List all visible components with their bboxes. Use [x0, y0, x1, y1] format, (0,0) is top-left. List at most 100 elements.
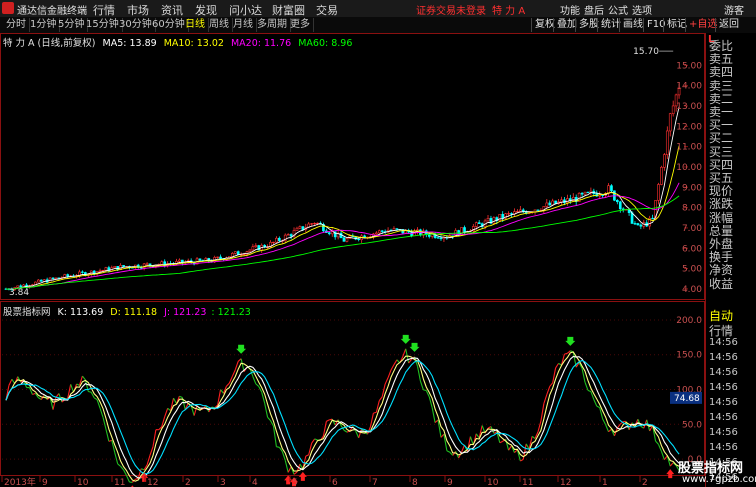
- candle-body: [316, 222, 319, 225]
- menu-after-hours[interactable]: 盘后: [584, 2, 604, 17]
- candle-body: [580, 192, 584, 195]
- candle-body: [101, 269, 105, 272]
- candle-body: [301, 226, 305, 230]
- menu-options[interactable]: 选项: [632, 2, 652, 17]
- candle-body: [66, 274, 70, 277]
- candle-body: [145, 263, 149, 265]
- price-axis-label: 6.00: [682, 244, 702, 254]
- candle-body: [104, 267, 108, 271]
- j-line-segment: [596, 405, 600, 409]
- candle-body: [392, 228, 396, 231]
- candle-body: [516, 211, 519, 213]
- ma60-line: [5, 195, 680, 290]
- menu-ask[interactable]: 问小达: [229, 2, 262, 18]
- j-line-segment: [32, 392, 36, 396]
- candle-body: [377, 230, 381, 234]
- candle-body: [651, 217, 654, 220]
- j-line-segment: [387, 369, 392, 378]
- candle-body: [242, 253, 246, 256]
- time-axis-label: 2: [185, 478, 191, 487]
- candle-body: [566, 198, 569, 204]
- candle-body: [345, 238, 349, 242]
- candle-body: [39, 279, 43, 282]
- j-line-segment: [255, 383, 260, 387]
- j-line-segment: [135, 477, 139, 480]
- period-tab-9[interactable]: 多周期: [254, 18, 291, 32]
- j-line-segment: [475, 433, 480, 439]
- j-line-segment: [276, 446, 280, 448]
- candle-body: [380, 230, 384, 232]
- j-line-segment: [423, 389, 427, 392]
- chart-area[interactable]: 15.0014.0013.0012.0011.0010.009.008.007.…: [0, 33, 705, 487]
- menu-wealth[interactable]: 财富圈: [272, 2, 305, 18]
- time-axis-label: 5: [292, 478, 298, 487]
- period-tab-8[interactable]: 月线: [230, 18, 257, 32]
- tick-time-3: 14:56: [709, 382, 738, 393]
- candle-body: [427, 234, 431, 237]
- j-line-segment: [608, 428, 612, 433]
- candle-body: [510, 213, 513, 215]
- time-axis-label: 12: [560, 478, 571, 487]
- candle-body: [610, 185, 613, 192]
- j-line-segment: [549, 382, 554, 387]
- menu-formula[interactable]: 公式: [608, 2, 628, 17]
- j-line-segment: [264, 403, 269, 418]
- time-axis-label: 9: [42, 478, 48, 487]
- j-line-segment: [655, 440, 659, 445]
- j-line-segment: [17, 376, 22, 383]
- menu-trade[interactable]: 交易: [316, 2, 338, 18]
- candle-body: [501, 214, 505, 219]
- menu-news[interactable]: 资讯: [161, 2, 183, 18]
- indicator-panel-frame: [0, 301, 705, 476]
- j-line-segment: [564, 352, 568, 355]
- j-line-segment: [81, 375, 86, 381]
- tick-time-2: 14:56: [709, 367, 738, 378]
- menu-market[interactable]: 市场: [127, 2, 149, 18]
- period-tab-0[interactable]: 分时: [3, 18, 30, 32]
- j-line-segment: [220, 389, 224, 394]
- candle-body: [436, 237, 440, 239]
- j-line-segment: [326, 419, 330, 422]
- menu-functions[interactable]: 功能: [560, 2, 580, 17]
- candlesticks: [4, 83, 681, 292]
- candle-body: [660, 166, 663, 185]
- candle-body: [286, 234, 290, 236]
- menu-discover[interactable]: 发现: [195, 2, 217, 18]
- candle-body: [536, 209, 540, 211]
- period-tab-7[interactable]: 周线: [206, 18, 233, 32]
- j-line-segment: [605, 424, 610, 432]
- menu-guest[interactable]: 游客: [724, 2, 744, 17]
- tool-button-4[interactable]: 画线: [619, 18, 646, 32]
- j-line-segment: [587, 389, 592, 393]
- candle-body: [519, 209, 522, 212]
- j-line-segment: [378, 396, 383, 402]
- buy-arrow-icon: [666, 469, 675, 479]
- j-line-segment: [314, 438, 318, 441]
- candle-body: [665, 130, 669, 155]
- time-axis-label: 7: [372, 478, 378, 487]
- menu-quotes[interactable]: 行情: [93, 2, 115, 18]
- time-axis-label: 2013年: [4, 476, 36, 487]
- j-line-segment: [446, 450, 451, 453]
- j-line-segment: [149, 446, 154, 456]
- indicator-axis-label: 200.0: [676, 316, 702, 326]
- tool-button-8[interactable]: 返回: [715, 18, 742, 32]
- j-line-segment: [284, 460, 289, 473]
- app-logo-icon: [2, 2, 14, 14]
- tick-time-1: 14:56: [709, 352, 738, 363]
- j-line-segment: [267, 416, 271, 421]
- high-label: 15.70: [633, 47, 659, 57]
- j-line-segment: [141, 468, 145, 471]
- candle-body: [298, 226, 302, 229]
- period-tab-10[interactable]: 更多: [287, 18, 314, 32]
- j-line-segment: [231, 369, 236, 377]
- period-tab-6[interactable]: 日线: [182, 18, 209, 32]
- j-line-segment: [402, 348, 407, 357]
- login-notice[interactable]: 证券交易未登录: [416, 2, 486, 17]
- last-value-label: 74.68: [674, 394, 700, 404]
- candle-body: [507, 213, 510, 215]
- indicator-axis-label: 50.0: [682, 420, 702, 430]
- j-line-segment: [390, 364, 395, 371]
- j-line-segment: [179, 395, 183, 399]
- candle-body: [586, 191, 590, 194]
